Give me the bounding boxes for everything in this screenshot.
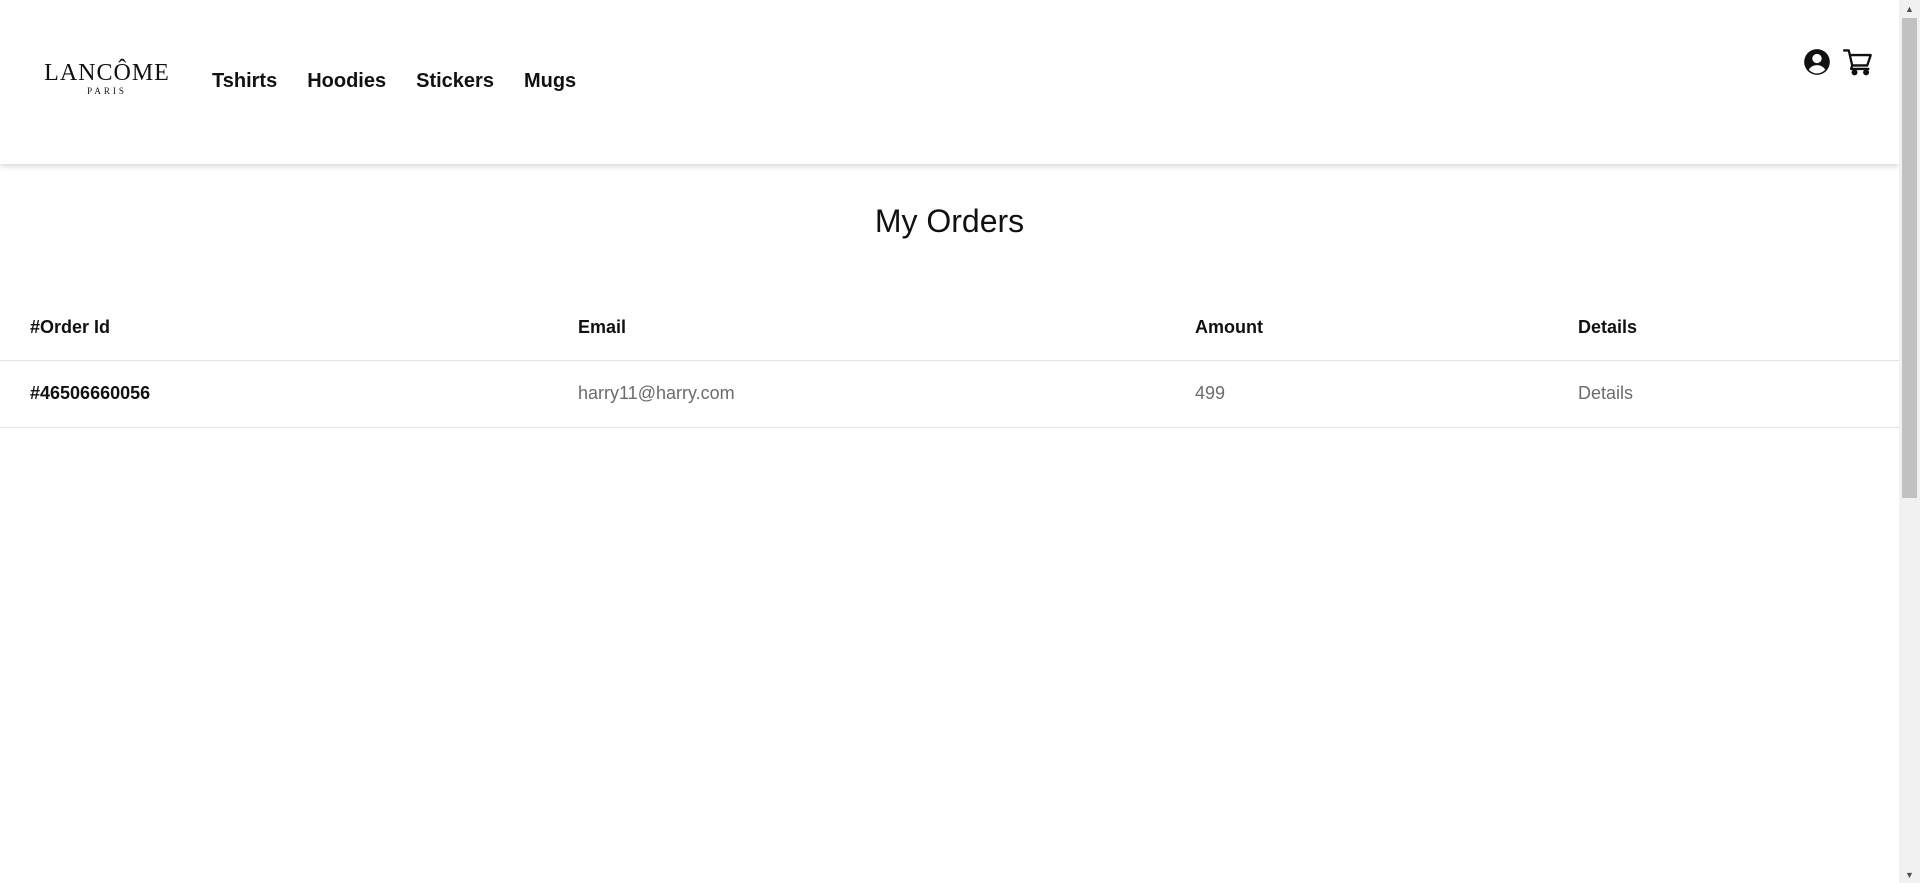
- column-header-amount: Amount: [1195, 317, 1263, 337]
- order-details-link[interactable]: Details: [1578, 382, 1633, 404]
- column-header-email: Email: [578, 317, 627, 337]
- page-title: My Orders: [874, 203, 1025, 239]
- nav-item-hoodies[interactable]: Hoodies: [307, 70, 386, 93]
- vertical-scrollbar[interactable]: ▲ ▼: [1899, 0, 1920, 883]
- site-header: LANCÔME PARIS Tshirts Hoodies Stickers M…: [0, 0, 1899, 164]
- nav-item-tshirts[interactable]: Tshirts: [212, 70, 277, 93]
- amount-cell: 499: [1195, 383, 1226, 403]
- order-id-cell: #46506660056: [30, 383, 151, 403]
- email-cell: harry11@harry.com: [578, 383, 735, 403]
- nav-item-stickers[interactable]: Stickers: [416, 70, 494, 93]
- orders-table: #Order Id Email Amount Details #46506660…: [0, 295, 1899, 428]
- page: LANCÔME PARIS Tshirts Hoodies Stickers M…: [0, 0, 1899, 883]
- scroll-up-arrow-icon[interactable]: ▲: [1899, 0, 1920, 17]
- nav-item-mugs[interactable]: Mugs: [524, 70, 576, 93]
- scrollbar-thumb[interactable]: [1902, 18, 1917, 498]
- column-header-order-id: #Order Id: [30, 317, 111, 337]
- account-circle-icon[interactable]: [1803, 48, 1835, 80]
- scroll-down-arrow-icon[interactable]: ▼: [1899, 866, 1920, 883]
- main-nav: Tshirts Hoodies Stickers Mugs: [212, 70, 576, 93]
- table-row: #46506660056 harry11@harry.com 499 Detai…: [0, 361, 1899, 428]
- brand-logo[interactable]: LANCÔME PARIS: [38, 60, 176, 96]
- brand-name: LANCÔME: [44, 60, 170, 86]
- column-header-details: Details: [1578, 317, 1638, 337]
- brand-tagline: PARIS: [87, 86, 127, 96]
- table-header-row: #Order Id Email Amount Details: [0, 295, 1899, 361]
- shopping-cart-icon[interactable]: [1843, 48, 1875, 80]
